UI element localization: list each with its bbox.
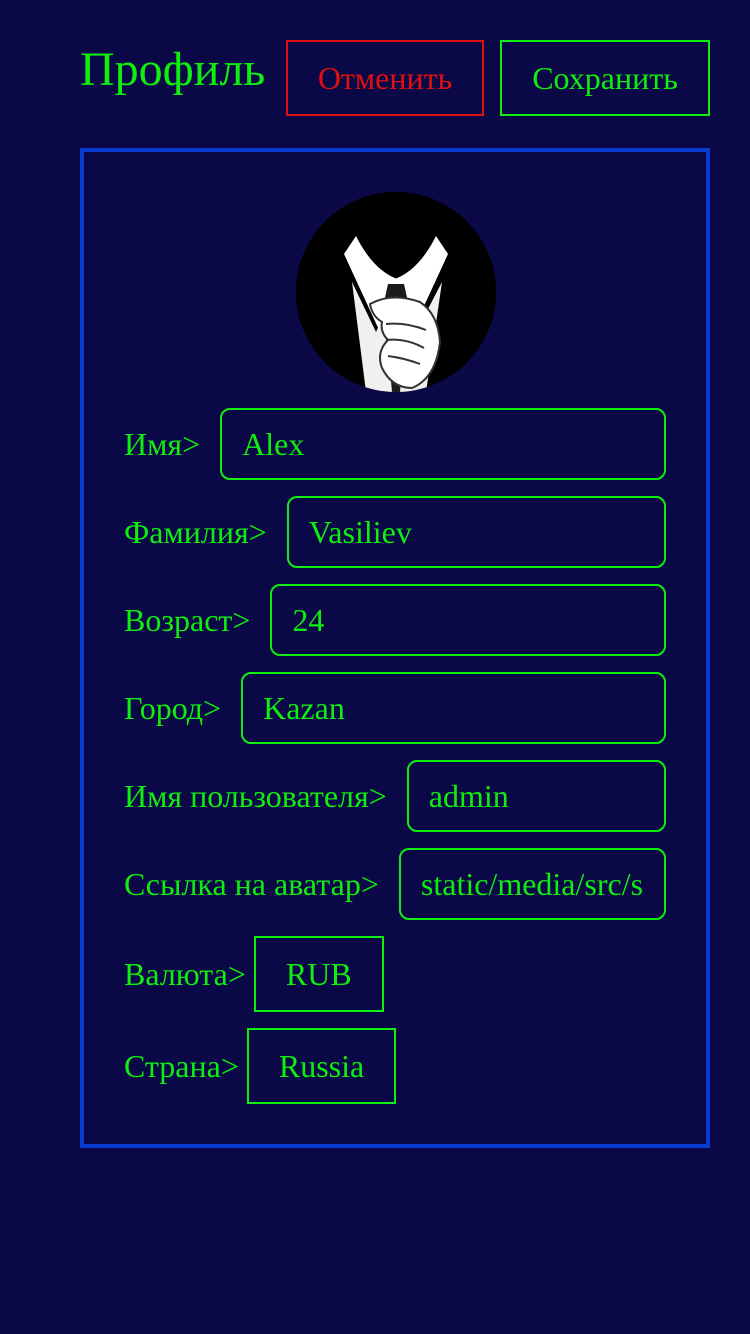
first-name-field[interactable]: Alex xyxy=(220,408,666,480)
currency-label: Валюта> xyxy=(124,955,246,992)
city-label: Город> xyxy=(124,689,222,726)
username-field[interactable]: admin xyxy=(406,760,666,832)
page-title: Профиль xyxy=(80,43,266,96)
city-field[interactable]: Kazan xyxy=(241,672,666,744)
last-name-label: Фамилия> xyxy=(124,513,267,550)
save-button[interactable]: Сохранить xyxy=(500,40,710,116)
avatar-link-label: Ссылка на аватар> xyxy=(124,865,379,902)
first-name-row: Имя> Alex xyxy=(124,408,666,480)
country-label: Страна> xyxy=(124,1047,239,1084)
cancel-button[interactable]: Отменить xyxy=(286,40,484,116)
country-row: Страна> Russia xyxy=(124,1028,666,1104)
avatar[interactable] xyxy=(296,192,496,392)
age-field[interactable]: 24 xyxy=(270,584,666,656)
avatar-link-field[interactable]: static/media/src/s xyxy=(398,848,666,920)
age-label: Возраст> xyxy=(124,601,251,638)
currency-select[interactable]: RUB xyxy=(253,936,384,1012)
profile-card: Имя> Alex Фамилия> Vasiliev Возраст> 24 … xyxy=(80,148,710,1148)
last-name-field[interactable]: Vasiliev xyxy=(286,496,666,568)
country-select[interactable]: Russia xyxy=(246,1028,397,1104)
username-label: Имя пользователя> xyxy=(124,777,387,814)
currency-row: Валюта> RUB xyxy=(124,936,666,1012)
last-name-row: Фамилия> Vasiliev xyxy=(124,496,666,568)
city-row: Город> Kazan xyxy=(124,672,666,744)
username-row: Имя пользователя> admin xyxy=(124,760,666,832)
avatar-link-row: Ссылка на аватар> static/media/src/s xyxy=(124,848,666,920)
age-row: Возраст> 24 xyxy=(124,584,666,656)
anonymous-suit-avatar-icon xyxy=(296,192,496,392)
first-name-label: Имя> xyxy=(124,425,201,462)
header: Профиль Отменить Сохранить xyxy=(80,40,710,116)
